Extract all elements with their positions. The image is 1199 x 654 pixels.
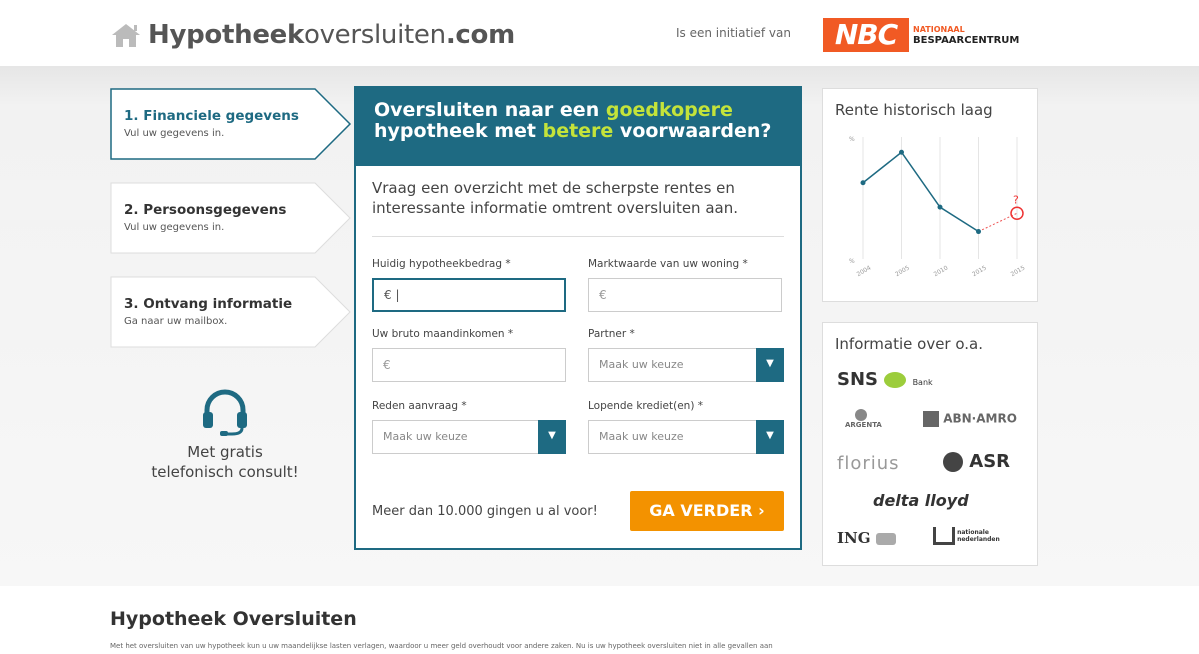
nn-mark-icon [933, 527, 955, 545]
argenta-apple-icon [855, 409, 867, 421]
delta-lloyd-logo: delta lloyd [873, 491, 969, 510]
step-subtitle: Vul uw gegevens in. [124, 128, 225, 139]
continue-button[interactable]: GA VERDER › [630, 491, 784, 531]
chart-point [976, 229, 981, 235]
step-title: 2. Persoonsgegevens [124, 202, 287, 218]
partner-select[interactable]: Maak uw keuze ▼ [588, 348, 784, 382]
step-arrow-shape [110, 88, 352, 160]
step-personal[interactable]: 2. Persoonsgegevens Vul uw gegevens in. [110, 182, 351, 254]
rate-chart: % % 2004 2005 2010 2015 2015 ? [849, 136, 1027, 278]
y-label-top: % [849, 136, 855, 143]
question-mark: ? [1013, 193, 1019, 206]
chevron-down-icon: ▼ [538, 420, 566, 454]
chart-point [860, 180, 866, 186]
income-input[interactable]: € [372, 348, 566, 382]
abn-amro-logo: ABN·AMRO [923, 411, 1017, 427]
asr-mark-icon [943, 452, 963, 472]
form-heading: Oversluiten naar een goedkopere hypothee… [356, 88, 800, 166]
y-label-bottom: % [849, 258, 855, 265]
main-section: 1. Financiele gegevens Vul uw gegevens i… [0, 66, 1199, 586]
partners-card: Informatie over o.a. SNS Bank ARGENTA AB… [822, 322, 1038, 566]
nbc-line1: NATIONAAL [913, 25, 965, 34]
sns-logo: SNS Bank [837, 369, 933, 390]
mortgage-label: Huidig hypotheekbedrag * [372, 258, 511, 270]
quote-form: Oversluiten naar een goedkopere hypothee… [354, 86, 802, 550]
x-tick-label: 2010 [933, 264, 950, 278]
logo-tld: .com [445, 20, 515, 50]
x-tick-label: 2005 [894, 264, 911, 278]
argenta-logo: ARGENTA [845, 409, 882, 429]
phone-consult[interactable]: Met gratis telefonisch consult! [110, 388, 340, 482]
home-icon [112, 24, 140, 47]
section-title: Hypotheek Oversluiten [110, 608, 357, 630]
market-value-input[interactable]: € [588, 278, 782, 312]
consult-line2: telefonisch consult! [151, 463, 299, 481]
headset-icon [203, 389, 247, 436]
step-title: 1. Financiele gegevens [124, 108, 299, 124]
site-header: Hypotheekoversluiten.com Is een initiati… [0, 0, 1199, 66]
x-tick-label: 2015 [1010, 264, 1027, 278]
credit-select[interactable]: Maak uw keuze ▼ [588, 420, 784, 454]
social-proof-text: Meer dan 10.000 gingen u al voor! [372, 504, 598, 519]
step-arrow-shape [110, 276, 351, 348]
abn-shield-icon [923, 411, 939, 427]
site-logo[interactable]: Hypotheekoversluiten.com [110, 20, 515, 50]
step-title: 3. Ontvang informatie [124, 296, 293, 312]
nbc-abbr: NBC [823, 18, 909, 52]
asr-logo: ASR [943, 451, 1010, 472]
partner-label: Partner * [588, 328, 635, 340]
x-tick-label: 2015 [971, 264, 988, 278]
rate-card-title: Rente historisch laag [835, 101, 993, 119]
nbc-line2: BESPAARCENTRUM [913, 35, 1020, 46]
form-intro: Vraag een overzicht met de scherpste ren… [372, 179, 738, 217]
chevron-down-icon: ▼ [756, 348, 784, 382]
reason-label: Reden aanvraag * [372, 400, 467, 412]
chevron-down-icon: ▼ [756, 420, 784, 454]
logo-bold: Hypotheek [148, 20, 304, 50]
rate-card: Rente historisch laag % % 2004 2005 2010 20… [822, 88, 1038, 302]
nbc-logo[interactable]: NBC NATIONAAL BESPAARCENTRUM [823, 18, 1019, 52]
nn-logo: nationale nederlanden [933, 527, 1023, 545]
income-label: Uw bruto maandinkomen * [372, 328, 514, 340]
chart-point [899, 149, 904, 155]
step-subtitle: Vul uw gegevens in. [124, 222, 225, 233]
credit-label: Lopende krediet(en) * [588, 400, 704, 412]
reason-select[interactable]: Maak uw keuze ▼ [372, 420, 566, 454]
divider [372, 236, 784, 237]
logo-light: oversluiten [303, 20, 446, 50]
sns-mark-icon [884, 372, 907, 388]
step-financial[interactable]: 1. Financiele gegevens Vul uw gegevens i… [110, 88, 352, 160]
chart-point [937, 204, 943, 210]
section-text: Met het oversluiten van uw hypotheek kun… [110, 642, 773, 650]
florius-logo: florius [837, 453, 900, 474]
mortgage-input[interactable]: € | [372, 278, 566, 312]
initiative-text: Is een initiatief van [676, 26, 791, 40]
ing-logo: ING [837, 529, 896, 547]
market-value-label: Marktwaarde van uw woning * [588, 258, 748, 270]
step-receive-info[interactable]: 3. Ontvang informatie Ga naar uw mailbox… [110, 276, 351, 348]
step-arrow-shape [110, 182, 351, 254]
consult-line1: Met gratis [187, 443, 263, 461]
x-tick-label: 2004 [856, 264, 873, 278]
ing-lion-icon [875, 533, 896, 545]
partners-card-title: Informatie over o.a. [835, 335, 984, 353]
step-subtitle: Ga naar uw mailbox. [124, 316, 228, 327]
